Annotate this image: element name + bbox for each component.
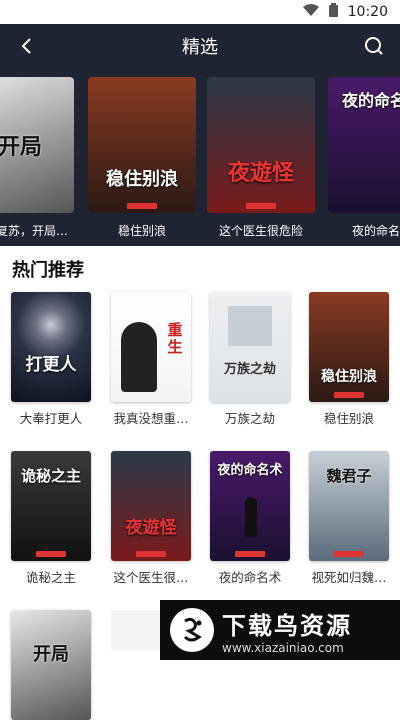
featured-carousel[interactable]: 开局 灵气复苏，开局… 稳住别浪 稳住别浪 夜遊怪 这个医生很危险 夜的命名术 … (0, 68, 400, 246)
cover-title: 打更人 (25, 355, 77, 375)
book-cover: 开局 (11, 610, 91, 720)
book-item[interactable]: 稳住别浪 稳住别浪 (309, 292, 389, 427)
section-title: 热门推荐 (12, 260, 84, 281)
book-cover: 重生 (111, 292, 191, 402)
back-icon[interactable] (12, 32, 40, 60)
status-bar: 10:20 (0, 0, 400, 24)
carousel-label: 稳住别浪 (117, 224, 166, 238)
book-cover: 夜遊怪 (111, 451, 191, 561)
book-title: 万族之劫 (224, 411, 275, 426)
cover-title: 魏君子 (326, 467, 372, 485)
book-item[interactable]: 诡秘之主 诡秘之主 (11, 451, 91, 586)
cover-title: 夜遊怪 (227, 160, 294, 186)
carousel-label: 夜的命名术 (351, 224, 400, 238)
cover-title: 开局 (33, 644, 69, 665)
cover-title: 夜遊怪 (125, 518, 177, 538)
book-cover: 打更人 (11, 292, 91, 402)
watermark-title: 下载鸟资源 (222, 611, 352, 640)
book-cover: 夜的命名术 (210, 451, 290, 561)
book-cover: 万族之劫 (210, 292, 290, 402)
cover-title: 开局 (0, 134, 42, 160)
book-item[interactable]: 打更人 大奉打更人 (11, 292, 91, 427)
cover-title: 夜的命名术 (341, 91, 400, 110)
book-cover: 稳住别浪 (309, 292, 389, 402)
carousel-item[interactable]: 夜的命名术 夜的命名术 (328, 77, 400, 239)
watermark-banner: 下载鸟资源 www.xiazainiao.com (160, 600, 400, 660)
book-cover: 开局 (0, 77, 74, 213)
page-title: 精选 (182, 37, 218, 58)
book-item[interactable]: 重生 我真没想重… (111, 292, 191, 427)
cover-title: 夜的命名术 (217, 463, 283, 478)
book-cover: 夜遊怪 (207, 77, 315, 213)
cover-title: 重生 (167, 321, 183, 356)
cover-title: 诡秘之主 (20, 467, 81, 485)
carousel-item[interactable]: 稳住别浪 稳住别浪 (88, 77, 196, 239)
book-item[interactable]: 开局 (11, 610, 91, 720)
carousel-label: 灵气复苏，开局… (0, 224, 68, 238)
book-cover: 稳住别浪 (88, 77, 196, 213)
book-item[interactable]: 夜的命名术 夜的命名术 (210, 451, 290, 586)
book-title: 诡秘之主 (25, 570, 76, 585)
book-cover: 夜的命名术 (328, 77, 400, 213)
book-title: 稳住别浪 (323, 411, 374, 426)
book-cover: 魏君子 (309, 451, 389, 561)
book-item[interactable]: 魏君子 视死如归魏… (309, 451, 389, 586)
book-title: 这个医生很… (113, 570, 189, 585)
book-item[interactable]: 万族之劫 万族之劫 (210, 292, 290, 427)
top-nav: 精选 (0, 24, 400, 68)
cover-title: 稳住别浪 (321, 369, 377, 385)
carousel-item[interactable]: 开局 灵气复苏，开局… (0, 77, 74, 239)
carousel-item[interactable]: 夜遊怪 这个医生很危险 (207, 77, 315, 239)
book-title: 大奉打更人 (19, 411, 83, 426)
book-title: 我真没想重… (113, 411, 189, 426)
book-cover: 诡秘之主 (11, 451, 91, 561)
cover-title: 万族之劫 (223, 362, 276, 377)
book-title: 视死如归魏… (311, 570, 387, 585)
book-item[interactable]: 夜遊怪 这个医生很… (111, 451, 191, 586)
carousel-label: 这个医生很危险 (218, 224, 303, 238)
wifi-icon (302, 4, 319, 20)
watermark-logo-icon (170, 608, 214, 652)
cover-title: 稳住别浪 (106, 169, 178, 190)
status-time: 10:20 (347, 4, 388, 20)
battery-icon (328, 3, 338, 21)
search-icon[interactable] (360, 32, 388, 60)
book-title: 夜的命名术 (218, 570, 282, 585)
watermark-url: www.xiazainiao.com (222, 640, 344, 655)
